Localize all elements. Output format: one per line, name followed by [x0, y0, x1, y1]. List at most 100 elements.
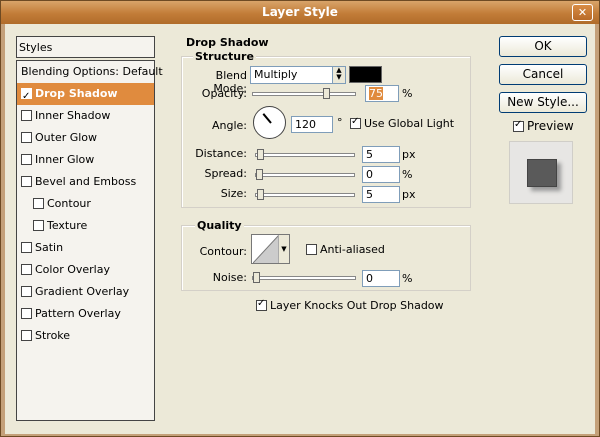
style-item-label: Inner Glow — [35, 153, 95, 166]
new-style-button[interactable]: New Style... — [499, 92, 587, 113]
layer-knocks-out-checkbox[interactable]: Layer Knocks Out Drop Shadow — [256, 298, 444, 312]
checkbox-icon — [306, 244, 317, 255]
style-item-label: Drop Shadow — [35, 87, 118, 100]
style-item-label: Blending Options: Default — [21, 65, 163, 78]
opacity-slider-thumb[interactable] — [323, 88, 330, 99]
contour-picker[interactable]: ▼ — [251, 234, 290, 264]
style-item-contour[interactable]: Contour — [17, 193, 154, 215]
distance-value: 5 — [366, 148, 373, 161]
checkbox-icon[interactable] — [33, 198, 44, 209]
style-item-label: Texture — [47, 219, 88, 232]
dropdown-arrow-icon[interactable]: ▼ — [278, 235, 289, 263]
title-bar[interactable]: Layer Style ✕ — [1, 1, 599, 24]
distance-slider[interactable] — [255, 149, 355, 160]
size-value: 5 — [366, 188, 373, 201]
preview-shadowed-square — [527, 159, 557, 187]
preview-thumbnail — [509, 141, 573, 204]
noise-unit: % — [402, 272, 413, 285]
size-slider[interactable] — [255, 189, 355, 200]
style-item-gradient-overlay[interactable]: Gradient Overlay — [17, 281, 154, 303]
styles-list: Blending Options: Default Drop Shadow Inne… — [16, 60, 163, 421]
preview-checkbox[interactable]: Preview — [513, 119, 574, 133]
contour-label: Contour: — [199, 245, 247, 258]
blend-mode-select[interactable]: Multiply ▲ ▼ — [250, 66, 346, 84]
style-item-label: Inner Shadow — [35, 109, 111, 122]
drop-shadow-title: Drop Shadow — [184, 36, 271, 49]
updown-arrow-icon: ▲ ▼ — [332, 67, 345, 83]
anti-aliased-checkbox[interactable]: Anti-aliased — [306, 243, 385, 256]
style-item-blending-options-default[interactable]: Blending Options: Default — [17, 61, 163, 83]
style-item-label: Outer Glow — [35, 131, 98, 144]
checkbox-icon — [256, 298, 267, 311]
window-title: Layer Style — [262, 5, 338, 19]
checkbox-icon[interactable] — [21, 264, 32, 275]
angle-value: 120 — [295, 118, 316, 131]
spread-unit: % — [402, 168, 413, 181]
styles-header[interactable]: Styles — [16, 36, 155, 58]
checkbox-icon[interactable] — [21, 110, 32, 121]
blend-mode-value: Multiply — [254, 68, 298, 81]
checkbox-icon[interactable] — [21, 286, 32, 297]
spread-slider-thumb[interactable] — [256, 169, 263, 180]
noise-label: Noise: — [212, 271, 247, 284]
style-item-label: Contour — [47, 197, 91, 210]
size-label: Size: — [220, 187, 247, 200]
opacity-value: 75 — [369, 87, 383, 100]
angle-dial-needle — [262, 113, 272, 124]
style-item-bevel-and-emboss[interactable]: Bevel and Emboss — [17, 171, 154, 193]
size-field[interactable]: 5 — [362, 186, 400, 203]
spread-field[interactable]: 0 — [362, 166, 400, 183]
anti-aliased-label: Anti-aliased — [320, 243, 385, 256]
structure-title: Structure — [193, 50, 256, 63]
style-item-inner-shadow[interactable]: Inner Shadow — [17, 105, 154, 127]
style-item-label: Color Overlay — [35, 263, 110, 276]
distance-label: Distance: — [195, 147, 247, 160]
use-global-light-checkbox[interactable]: Use Global Light — [350, 116, 454, 130]
angle-dial[interactable] — [253, 106, 286, 139]
size-slider-thumb[interactable] — [257, 189, 264, 200]
layer-knocks-out-label: Layer Knocks Out Drop Shadow — [270, 299, 444, 312]
distance-field[interactable]: 5 — [362, 146, 400, 163]
layer-style-dialog: Layer Style ✕ Styles Blending Options: D… — [0, 0, 600, 437]
angle-unit: ° — [337, 116, 343, 129]
style-item-texture[interactable]: Texture — [17, 215, 154, 237]
distance-unit: px — [402, 148, 416, 161]
distance-slider-thumb[interactable] — [257, 149, 264, 160]
dialog-body: Styles Blending Options: Default Drop Sha… — [5, 24, 595, 434]
noise-field[interactable]: 0 — [362, 270, 400, 287]
checkbox-icon[interactable] — [21, 132, 32, 143]
checkbox-icon[interactable] — [21, 242, 32, 253]
checkbox-icon[interactable] — [21, 308, 32, 319]
checkbox-icon[interactable] — [21, 154, 32, 165]
cancel-button[interactable]: Cancel — [499, 64, 587, 85]
opacity-label: Opacity: — [201, 87, 247, 100]
spread-slider[interactable] — [255, 169, 355, 180]
checkbox-icon[interactable] — [21, 330, 32, 341]
ok-button[interactable]: OK — [499, 36, 587, 57]
style-item-label: Pattern Overlay — [35, 307, 121, 320]
checkbox-icon[interactable] — [21, 86, 32, 108]
style-item-label: Gradient Overlay — [35, 285, 130, 298]
close-icon[interactable]: ✕ — [572, 4, 593, 21]
noise-slider[interactable] — [252, 272, 356, 283]
style-item-label: Bevel and Emboss — [35, 175, 137, 188]
spread-value: 0 — [366, 168, 373, 181]
style-item-label: Stroke — [35, 329, 71, 342]
checkbox-icon[interactable] — [33, 220, 44, 231]
style-item-drop-shadow[interactable]: Drop Shadow — [17, 83, 154, 108]
style-item-outer-glow[interactable]: Outer Glow — [17, 127, 154, 149]
style-item-label: Satin — [35, 241, 64, 254]
style-item-inner-glow[interactable]: Inner Glow — [17, 149, 154, 171]
angle-field[interactable]: 120 — [291, 116, 333, 133]
shadow-color-swatch[interactable] — [349, 66, 382, 83]
noise-slider-thumb[interactable] — [253, 272, 260, 283]
opacity-slider[interactable] — [252, 88, 356, 99]
checkbox-icon[interactable] — [21, 176, 32, 187]
opacity-field[interactable]: 75 — [365, 85, 399, 102]
spread-label: Spread: — [204, 167, 247, 180]
contour-curve-icon — [253, 235, 279, 263]
style-item-stroke[interactable]: Stroke — [17, 325, 154, 347]
style-item-pattern-overlay[interactable]: Pattern Overlay — [17, 303, 154, 325]
style-item-satin[interactable]: Satin — [17, 237, 154, 259]
style-item-color-overlay[interactable]: Color Overlay — [17, 259, 154, 281]
